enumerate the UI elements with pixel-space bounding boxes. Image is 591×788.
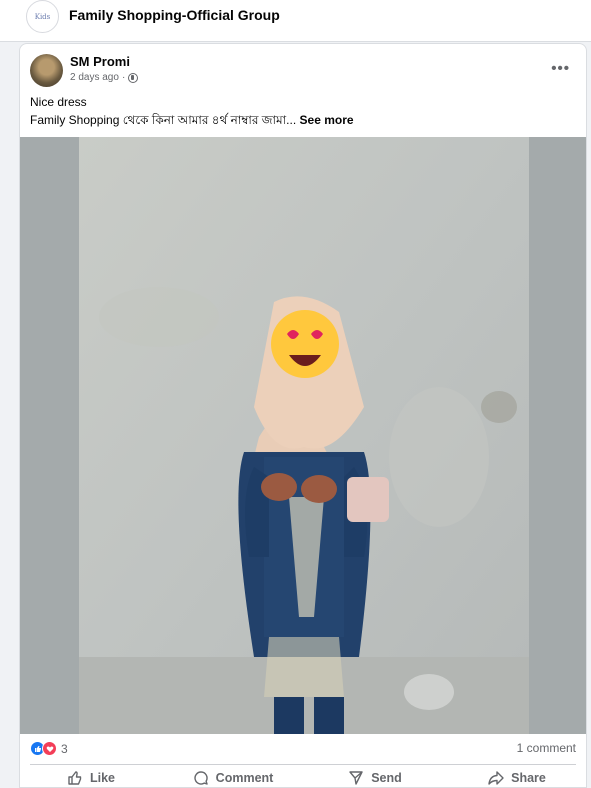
post-caption-line2: Family Shopping থেকে কিনা আমার ৪র্থ নাম্… bbox=[30, 112, 354, 132]
action-bar: Like Comment Send Share bbox=[20, 766, 586, 787]
caption-text: Family Shopping থেকে কিনা আমার ৪র্থ নাম্… bbox=[30, 113, 297, 127]
reaction-summary[interactable]: 3 bbox=[30, 741, 68, 756]
send-label: Send bbox=[371, 770, 402, 785]
love-reaction-icon bbox=[42, 741, 57, 756]
share-button[interactable]: Share bbox=[446, 766, 586, 787]
group-header: Kids Family Shopping-Official Group bbox=[0, 0, 591, 42]
group-logo[interactable]: Kids bbox=[26, 0, 59, 33]
more-options-icon[interactable]: ••• bbox=[551, 60, 570, 77]
separator-dot: · bbox=[121, 72, 126, 83]
comment-label: Comment bbox=[215, 770, 274, 785]
reaction-count: 3 bbox=[61, 741, 68, 756]
post-caption-line1: Nice dress bbox=[30, 95, 87, 109]
like-icon bbox=[68, 770, 82, 785]
post-meta: 2 days ago · bbox=[70, 72, 139, 83]
share-label: Share bbox=[511, 770, 546, 785]
author-avatar[interactable] bbox=[30, 54, 63, 87]
share-icon bbox=[488, 770, 504, 785]
comment-count[interactable]: 1 comment bbox=[517, 741, 576, 755]
public-globe-icon bbox=[128, 72, 139, 83]
send-button[interactable]: Send bbox=[304, 766, 446, 787]
post-photo[interactable] bbox=[79, 137, 529, 734]
comment-icon bbox=[194, 770, 208, 785]
author-name[interactable]: SM Promi bbox=[70, 54, 130, 69]
see-more-link[interactable]: See more bbox=[300, 113, 354, 127]
post-photo-frame[interactable] bbox=[20, 137, 586, 734]
group-name[interactable]: Family Shopping-Official Group bbox=[69, 7, 280, 23]
post-timestamp[interactable]: 2 days ago bbox=[70, 72, 119, 83]
post-card: SM Promi 2 days ago · ••• Nice dress Fam… bbox=[19, 43, 587, 788]
action-divider bbox=[30, 764, 576, 765]
like-button[interactable]: Like bbox=[20, 766, 162, 787]
comment-button[interactable]: Comment bbox=[162, 766, 304, 787]
like-label: Like bbox=[89, 770, 115, 785]
send-icon bbox=[349, 770, 363, 785]
dress-photo bbox=[79, 137, 529, 734]
